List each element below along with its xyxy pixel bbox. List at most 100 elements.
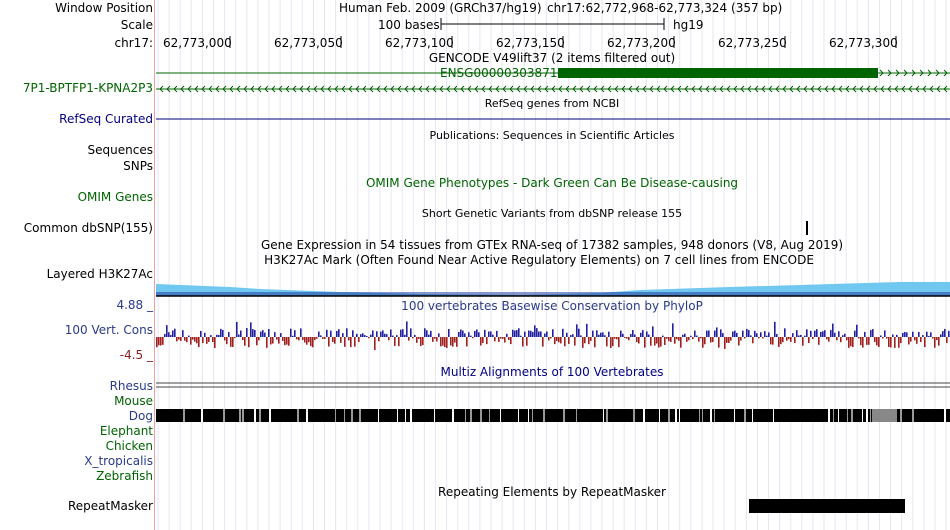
cons-track-label[interactable]: 100 Vert. Cons <box>65 323 153 337</box>
phylop-bar <box>772 337 774 345</box>
gtex-track-title: Gene Expression in 54 tissues from GTEx … <box>260 238 844 252</box>
phylop-bar <box>520 335 522 337</box>
phylop-bar <box>830 330 832 337</box>
phylop-bar <box>838 331 840 337</box>
gencode-track-label[interactable]: 7P1-BPTFP1-KPNA2P3 <box>23 81 153 95</box>
snps-track-label[interactable]: SNPs <box>123 159 153 173</box>
phylop-bar <box>738 337 740 346</box>
phylop-bar <box>940 334 942 337</box>
phylop-bar <box>210 335 212 337</box>
phylop-bar <box>874 337 876 343</box>
phylop-bar <box>558 337 560 343</box>
h3k27ac-track-label[interactable]: Layered H3K27Ac <box>47 267 153 281</box>
species-dog[interactable]: Dog <box>129 409 153 423</box>
phylop-bar <box>174 328 176 337</box>
phylop-bar <box>794 337 796 344</box>
phylop-bar <box>462 330 464 337</box>
phylop-bar <box>884 330 886 337</box>
phylop-bar <box>654 337 656 346</box>
phylop-bar <box>660 337 662 347</box>
dog-gap <box>603 409 604 422</box>
cons-min-label: -4.5 _ <box>119 348 153 362</box>
species-zebrafish[interactable]: Zebrafish <box>96 469 153 483</box>
refseq-track-label[interactable]: RefSeq Curated <box>59 112 153 126</box>
phylop-bar <box>808 337 810 344</box>
phylop-bar <box>712 337 714 343</box>
phylop-bar <box>560 337 562 344</box>
dog-gap <box>532 409 533 422</box>
h3k27ac-track-title: H3K27Ac Mark (Often Found Near Active Re… <box>264 253 814 267</box>
phylop-bar <box>234 337 236 339</box>
phylop-bar <box>402 329 404 337</box>
phylop-bar <box>552 329 554 337</box>
phylop-bar <box>416 337 418 343</box>
phylop-bar <box>596 330 598 337</box>
phylop-bar <box>414 334 416 337</box>
phylop-bar <box>354 337 356 347</box>
phylop-bar <box>702 337 704 348</box>
phylop-bar <box>454 337 456 343</box>
phylop-bar <box>946 337 948 343</box>
phylop-bar <box>734 330 736 337</box>
label-divider <box>154 0 155 530</box>
dog-gap <box>912 409 914 422</box>
phylop-bar <box>270 337 272 345</box>
dog-gap <box>269 409 271 422</box>
phylop-bar <box>518 328 520 337</box>
phylop-bar <box>344 337 346 347</box>
species-chicken[interactable]: Chicken <box>106 439 153 453</box>
phylop-bar <box>430 330 432 337</box>
phylop-bar <box>770 337 772 345</box>
phylop-bar <box>436 337 438 342</box>
phylop-bar <box>490 331 492 337</box>
phylop-bar <box>336 330 338 337</box>
dog-gap <box>452 409 454 422</box>
phylop-bar <box>538 331 540 337</box>
phylop-bar <box>904 332 906 337</box>
omim-track-label[interactable]: OMIM Genes <box>78 190 153 204</box>
phylop-bar <box>840 337 842 343</box>
window-position-label: Window Position <box>55 1 153 15</box>
phylop-bar <box>648 334 650 337</box>
species-xtropicalis[interactable]: X_tropicalis <box>84 454 153 468</box>
repeatmasker-track-label[interactable]: RepeatMasker <box>68 499 153 513</box>
dog-gap <box>183 409 185 422</box>
phylop-bar <box>456 337 458 347</box>
phylop-bar <box>204 332 206 337</box>
phylop-bar <box>396 335 398 337</box>
phylop-bar <box>828 337 830 342</box>
multiz-track-title: Multiz Alignments of 100 Vertebrates <box>440 365 664 379</box>
phylop-bar <box>410 328 412 337</box>
ruler-tick-label: 62,773,300 <box>829 36 898 50</box>
species-rhesus[interactable]: Rhesus <box>110 379 153 393</box>
phylop-bar <box>670 337 672 342</box>
phylop-bar <box>522 337 524 347</box>
species-mouse[interactable]: Mouse <box>114 394 153 408</box>
dog-gap <box>434 409 435 422</box>
phylop-bar <box>400 329 402 337</box>
gencode-exon <box>558 68 878 78</box>
scale-db-text: hg19 <box>673 18 704 32</box>
sequences-track-label[interactable]: Sequences <box>88 143 153 157</box>
phylop-bar <box>762 337 764 339</box>
phylop-bar <box>334 337 336 344</box>
phylop-bar <box>902 333 904 337</box>
phylop-bar <box>526 337 528 346</box>
phylop-bar <box>922 335 924 337</box>
phylop-bar <box>622 333 624 337</box>
phylop-bar <box>178 337 180 340</box>
phylop-bar <box>188 335 190 337</box>
phylop-bar <box>826 337 828 340</box>
gencode-item-label[interactable]: ENSG00000303871 <box>440 66 557 80</box>
phylop-bar <box>852 337 854 348</box>
phylop-bar <box>870 330 872 337</box>
phylop-bar <box>484 329 486 337</box>
phylop-bar <box>252 329 254 337</box>
phylop-bar <box>688 337 690 341</box>
phylop-bar <box>676 337 678 340</box>
dbsnp-track-label[interactable]: Common dbSNP(155) <box>24 221 153 235</box>
phylop-bar <box>562 328 564 337</box>
phylop-bar <box>640 332 642 337</box>
species-elephant[interactable]: Elephant <box>100 424 153 438</box>
dog-gap <box>744 409 746 422</box>
